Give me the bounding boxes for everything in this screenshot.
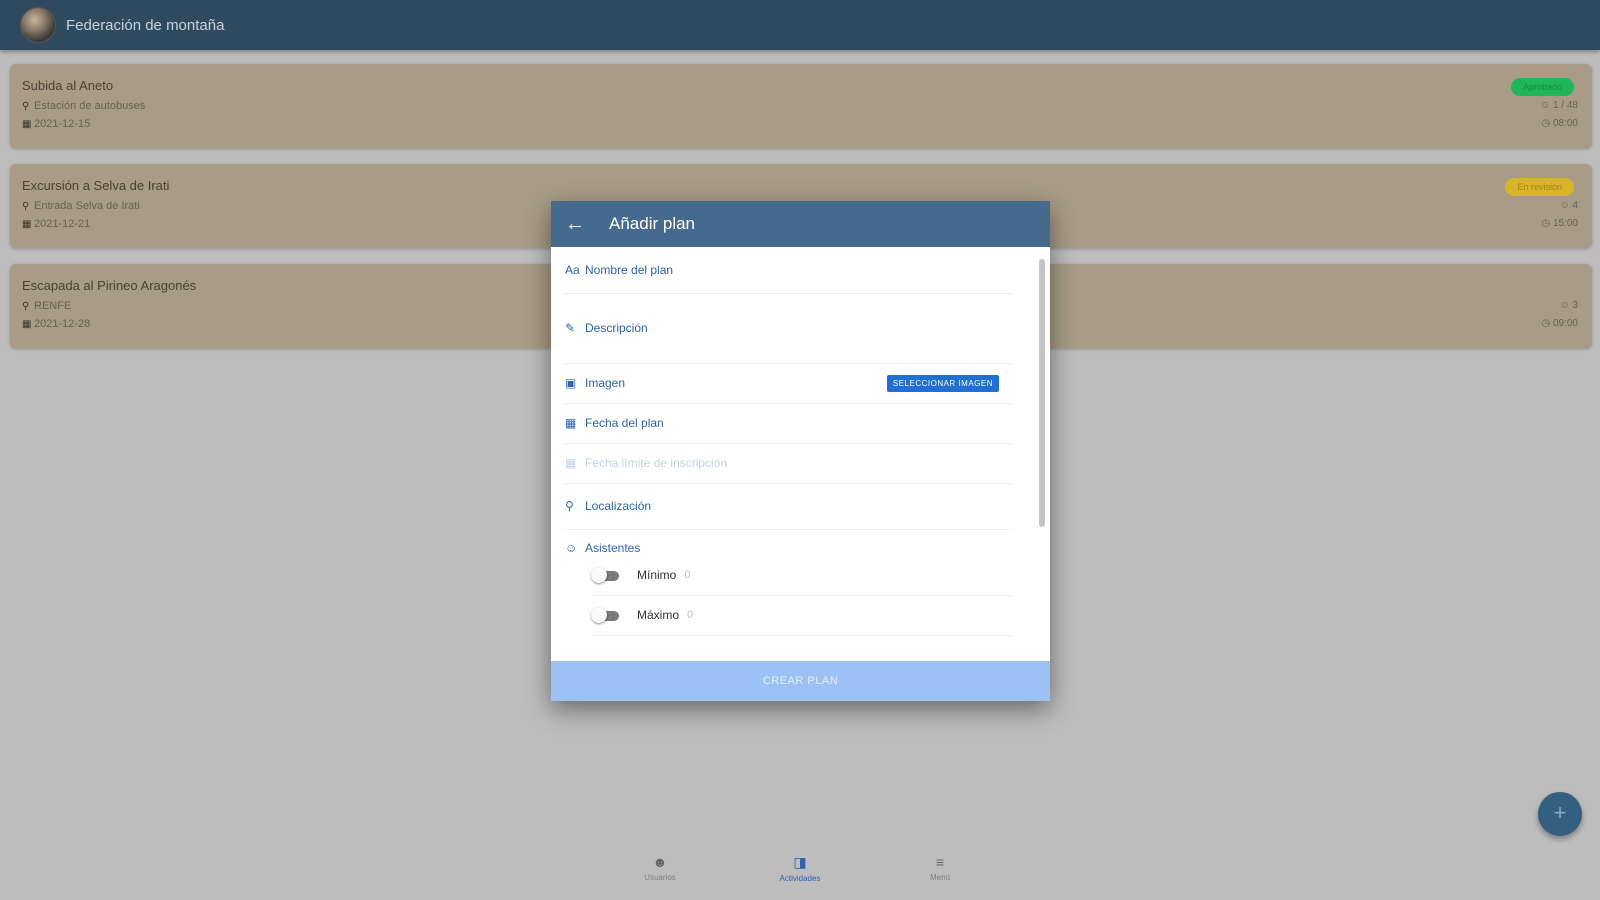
plan-card[interactable]: Subida al Aneto ⚲ Estación de autobuses ▦… <box>10 64 1592 148</box>
plan-date: ▦ 2021-12-15 <box>22 118 91 130</box>
plan-name: Excursión a Selva de Irati <box>22 178 170 193</box>
clock-icon: ◷ <box>1541 218 1553 229</box>
deadline-label: Fecha límite de inscripción <box>585 456 728 470</box>
calendar-icon: ▦ <box>22 319 32 330</box>
location-field[interactable]: ⚲ Localización <box>565 483 1011 530</box>
deadline-field: ▦ Fecha límite de inscripción <box>565 443 1011 484</box>
calendar-icon: ▦ <box>22 219 32 230</box>
calendar-icon: ▦ <box>565 456 577 470</box>
people-icon: ☺ <box>1559 300 1573 311</box>
create-plan-button[interactable]: CREAR PLAN <box>551 661 1050 701</box>
plan-name: Escapada al Pirineo Aragonés <box>22 278 197 293</box>
plan-name-field[interactable]: Aa Nombre del plan <box>565 247 1011 294</box>
add-plan-fab[interactable]: + <box>1538 792 1582 836</box>
pencil-icon: ✎ <box>565 321 576 335</box>
nav-users-label: Usuarios <box>644 873 676 882</box>
plan-date: ▦ 2021-12-28 <box>22 318 91 330</box>
app-bar: Federación de montaña <box>0 0 1600 50</box>
location-pin-icon: ⚲ <box>22 301 30 312</box>
app-logo-avatar <box>20 7 56 43</box>
dialog-scrollbar[interactable] <box>1039 259 1045 527</box>
nav-activities-label: Actividades <box>779 874 821 883</box>
location-pin-icon: ⚲ <box>22 101 30 112</box>
min-attendees-row: Mínimo 0 <box>591 555 1011 596</box>
description-label: Descripción <box>585 321 648 335</box>
min-attendees-switch[interactable] <box>591 567 621 583</box>
plan-time: ◷ 08:00 <box>1541 118 1578 129</box>
bottom-navigation: ☻ Usuarios ◨ Actividades ≡ Menú <box>0 850 1600 900</box>
plan-attendees: ☺ 1 / 48 <box>1539 100 1578 111</box>
add-plan-dialog: ← Añadir plan Aa Nombre del plan ✎ Descr… <box>551 201 1050 701</box>
location-pin-icon: ⚲ <box>22 201 30 212</box>
users-icon: ☻ <box>652 854 668 870</box>
plan-name: Subida al Aneto <box>22 78 114 93</box>
clock-icon: ◷ <box>1541 318 1553 329</box>
plan-name-label: Nombre del plan <box>585 263 674 277</box>
plan-location: ⚲ Estación de autobuses <box>22 100 146 112</box>
dialog-header: ← Añadir plan <box>551 201 1050 247</box>
calendar-icon: ▦ <box>565 416 577 430</box>
location-pin-icon: ⚲ <box>565 499 574 513</box>
plan-location: ⚲ RENFE <box>22 300 72 312</box>
max-label: Máximo <box>637 608 680 622</box>
image-icon: ▣ <box>565 376 577 390</box>
text-format-icon: Aa <box>565 263 580 277</box>
menu-icon: ≡ <box>935 854 945 870</box>
plan-time: ◷ 15:00 <box>1541 218 1578 229</box>
image-field: ▣ Imagen SELECCIONAR IMAGEN <box>565 363 1011 404</box>
nav-users[interactable]: ☻ Usuarios <box>620 854 700 882</box>
dialog-form: Aa Nombre del plan ✎ Descripción ▣ Image… <box>551 247 1050 661</box>
location-label: Localización <box>585 499 652 513</box>
image-label: Imagen <box>585 376 626 390</box>
plan-date-field[interactable]: ▦ Fecha del plan <box>565 403 1011 444</box>
plan-date: ▦ 2021-12-21 <box>22 218 91 230</box>
plan-location: ⚲ Entrada Selva de Irati <box>22 200 140 212</box>
book-icon: ◨ <box>793 854 807 870</box>
attendees-label: Asistentes <box>585 541 641 555</box>
min-label: Mínimo <box>637 568 677 582</box>
nav-activities[interactable]: ◨ Actividades <box>760 854 840 883</box>
nav-menu-label: Menú <box>929 873 950 882</box>
max-value: 0 <box>687 609 694 621</box>
clock-icon: ◷ <box>1541 118 1553 129</box>
plan-attendees: ☺ 4 <box>1559 200 1578 211</box>
app-title: Federación de montaña <box>66 16 225 34</box>
people-icon: ☺ <box>1559 200 1573 211</box>
people-icon: ☺ <box>1539 100 1553 111</box>
plan-time: ◷ 09:00 <box>1541 318 1578 329</box>
back-arrow-icon[interactable]: ← <box>565 213 589 236</box>
min-value: 0 <box>684 569 691 581</box>
description-field[interactable]: ✎ Descripción <box>565 293 1011 364</box>
max-attendees-switch[interactable] <box>591 607 621 623</box>
status-badge: Aprobado <box>1510 78 1574 96</box>
max-attendees-row: Máximo 0 <box>591 595 1011 636</box>
people-icon: ☺ <box>565 541 578 555</box>
calendar-icon: ▦ <box>22 119 32 130</box>
nav-menu[interactable]: ≡ Menú <box>900 854 980 882</box>
plan-date-label: Fecha del plan <box>585 416 664 430</box>
status-badge: En revisión <box>1505 178 1574 196</box>
plan-attendees: ☺ 3 <box>1559 300 1578 311</box>
select-image-button[interactable]: SELECCIONAR IMAGEN <box>886 374 999 392</box>
dialog-title: Añadir plan <box>609 214 696 233</box>
